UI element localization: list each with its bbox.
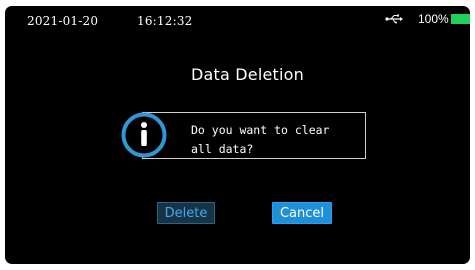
delete-button[interactable]: Delete [157,202,215,224]
status-time: 16:12:32 [137,14,193,28]
dialog-message: Do you want to clear all data? [191,123,330,156]
dialog-title: Data Deletion [191,65,304,84]
cancel-button[interactable]: Cancel [272,202,332,224]
status-date: 2021-01-20 [27,14,99,28]
usb-icon [385,14,403,24]
info-icon [121,112,167,158]
status-bar: 2021-01-20 16:12:32 100% [5,6,470,36]
battery-icon [451,14,470,24]
device-screen: 2021-01-20 16:12:32 100% Data Deletion D [5,6,470,264]
device-frame: 2021-01-20 16:12:32 100% Data Deletion D [0,0,475,270]
battery-percent: 100% [418,12,449,26]
